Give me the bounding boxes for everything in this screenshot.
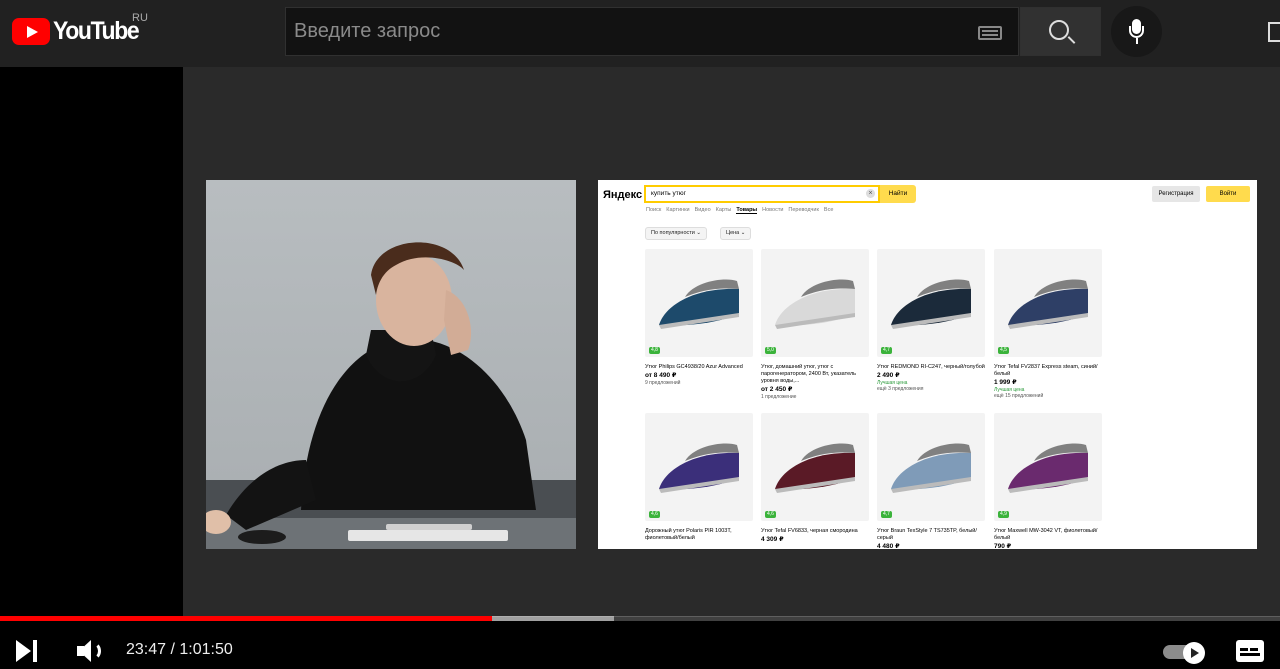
product-price: от 8 490 ₽ bbox=[645, 372, 677, 379]
yandex-find-button: Найти bbox=[880, 185, 916, 203]
product-price: от 2 450 ₽ bbox=[761, 386, 793, 393]
offers-count: 9 предложений bbox=[645, 380, 681, 386]
keyboard-icon[interactable] bbox=[978, 26, 1002, 40]
yandex-tab: Поиск bbox=[646, 207, 662, 213]
product-card: 4,9 Утюг Maxwell MW-3042 VT, фиолетовый/б… bbox=[994, 413, 1102, 549]
rating-badge: 5,0 bbox=[765, 347, 776, 354]
volume-button[interactable] bbox=[75, 638, 103, 664]
video-person-panel bbox=[206, 180, 576, 549]
search-box bbox=[285, 7, 1019, 56]
product-image: 4,7 bbox=[877, 249, 985, 357]
rating-badge: 4,7 bbox=[881, 347, 892, 354]
offers-count: ещё 3 предложения bbox=[877, 386, 924, 392]
yandex-tab: Картинки bbox=[666, 207, 690, 213]
played-bar bbox=[0, 616, 493, 621]
yandex-login-button: Войти bbox=[1206, 186, 1250, 202]
clear-icon: × bbox=[866, 189, 875, 198]
region-badge: RU bbox=[132, 12, 148, 24]
product-price: 4 309 ₽ bbox=[761, 536, 784, 543]
product-card: 4,7 Утюг REDMOND RI-C247, черный/голубой 2… bbox=[877, 249, 985, 393]
player-controls: 23:47 / 1:01:50 bbox=[0, 630, 1280, 669]
youtube-logo[interactable]: YouTube bbox=[12, 17, 146, 46]
yandex-logo: Яндекс bbox=[603, 189, 643, 201]
product-title: Утюг Braun TexStyle 7 TS735TP, белый/сер… bbox=[877, 528, 977, 541]
yandex-tab: Переводчик bbox=[788, 207, 819, 213]
logo-text: YouTube bbox=[53, 17, 140, 45]
voice-search-button[interactable] bbox=[1111, 6, 1162, 57]
product-image: 4,6 bbox=[645, 413, 753, 521]
autoplay-toggle[interactable] bbox=[1163, 642, 1207, 664]
subtitles-button[interactable] bbox=[1236, 640, 1264, 662]
time-display: 23:47 / 1:01:50 bbox=[126, 641, 233, 658]
product-card: 4,5 Утюг Tefal FV2837 Express steam, сини… bbox=[994, 249, 1102, 400]
search-icon bbox=[1049, 20, 1069, 40]
yandex-register-button: Регистрация bbox=[1152, 186, 1200, 202]
rating-badge: 4,8 bbox=[649, 347, 660, 354]
product-title: Утюг Maxwell MW-3042 VT, фиолетовый/белы… bbox=[994, 528, 1098, 541]
masthead: YouTube RU bbox=[0, 0, 1280, 67]
product-image: 4,8 bbox=[645, 249, 753, 357]
price-filter: Цена ⌄ bbox=[720, 227, 752, 240]
rating-badge: 4,6 bbox=[649, 511, 660, 518]
product-title: Утюг Tefal FV6833, черная смородина bbox=[761, 528, 858, 534]
product-price: 4 480 ₽ bbox=[877, 543, 900, 549]
next-video-button[interactable] bbox=[16, 640, 40, 662]
search-button[interactable] bbox=[1020, 7, 1101, 56]
product-title: Утюг Tefal FV2837 Express steam, синий/б… bbox=[994, 364, 1098, 377]
offers-count: ещё 15 предложений bbox=[994, 393, 1044, 399]
rating-badge: 4,9 bbox=[998, 511, 1009, 518]
product-price: 790 ₽ bbox=[994, 543, 1012, 549]
rating-badge: 4,5 bbox=[998, 347, 1009, 354]
product-image: 4,9 bbox=[994, 413, 1102, 521]
product-image: 4,7 bbox=[877, 413, 985, 521]
yandex-search-field: купить утюг bbox=[644, 185, 880, 203]
product-card: 4,6 Утюг Tefal FV6833, черная смородина 4 … bbox=[761, 413, 869, 544]
product-price: 2 490 ₽ bbox=[877, 372, 900, 379]
product-card: 4,6 Дорожный утюг Polaris PIR 1003T, фиол… bbox=[645, 413, 753, 542]
yandex-tabs: Поиск Картинки Видео Карты Товары Новост… bbox=[646, 207, 833, 214]
youtube-play-icon bbox=[12, 18, 50, 45]
rating-badge: 4,7 bbox=[881, 511, 892, 518]
product-title: Дорожный утюг Polaris PIR 1003T, фиолето… bbox=[645, 528, 732, 541]
product-card: 4,8 Утюг Philips GC4938/20 Azur Advanced о… bbox=[645, 249, 753, 387]
product-image: 4,5 bbox=[994, 249, 1102, 357]
yandex-tab-active: Товары bbox=[736, 207, 758, 214]
product-price: 1 999 ₽ bbox=[994, 379, 1017, 386]
yandex-tab: Все bbox=[823, 207, 834, 213]
person-illustration bbox=[206, 242, 576, 549]
search-input[interactable] bbox=[286, 8, 966, 55]
product-title: Утюг, домашний утюг, утюг с парогенерато… bbox=[761, 364, 857, 384]
product-card: 4,7 Утюг Braun TexStyle 7 TS735TP, белый/… bbox=[877, 413, 985, 549]
product-image: 5,0 bbox=[761, 249, 869, 357]
video-screen-panel: Яндекс купить утюг × Найти Регистрация В… bbox=[598, 180, 1257, 549]
yandex-tab: Карты bbox=[715, 207, 732, 213]
sort-filter: По популярности ⌄ bbox=[645, 227, 708, 240]
product-image: 4,6 bbox=[761, 413, 869, 521]
create-video-icon[interactable] bbox=[1268, 22, 1280, 42]
product-title: Утюг Philips GC4938/20 Azur Advanced bbox=[645, 364, 743, 370]
yandex-tab: Новости bbox=[762, 207, 784, 213]
product-title: Утюг REDMOND RI-C247, черный/голубой bbox=[877, 364, 985, 370]
offers-count: 1 предложение bbox=[761, 394, 797, 400]
progress-bar[interactable] bbox=[0, 616, 1280, 621]
product-card: 5,0 Утюг, домашний утюг, утюг с парогенер… bbox=[761, 249, 869, 401]
autoplay-icon bbox=[1183, 642, 1205, 664]
yandex-tab: Видео bbox=[694, 207, 711, 213]
youtube-watch-page: YouTube RU Введите запрос Яндекс купить … bbox=[0, 0, 1280, 669]
rating-badge: 4,6 bbox=[765, 511, 776, 518]
